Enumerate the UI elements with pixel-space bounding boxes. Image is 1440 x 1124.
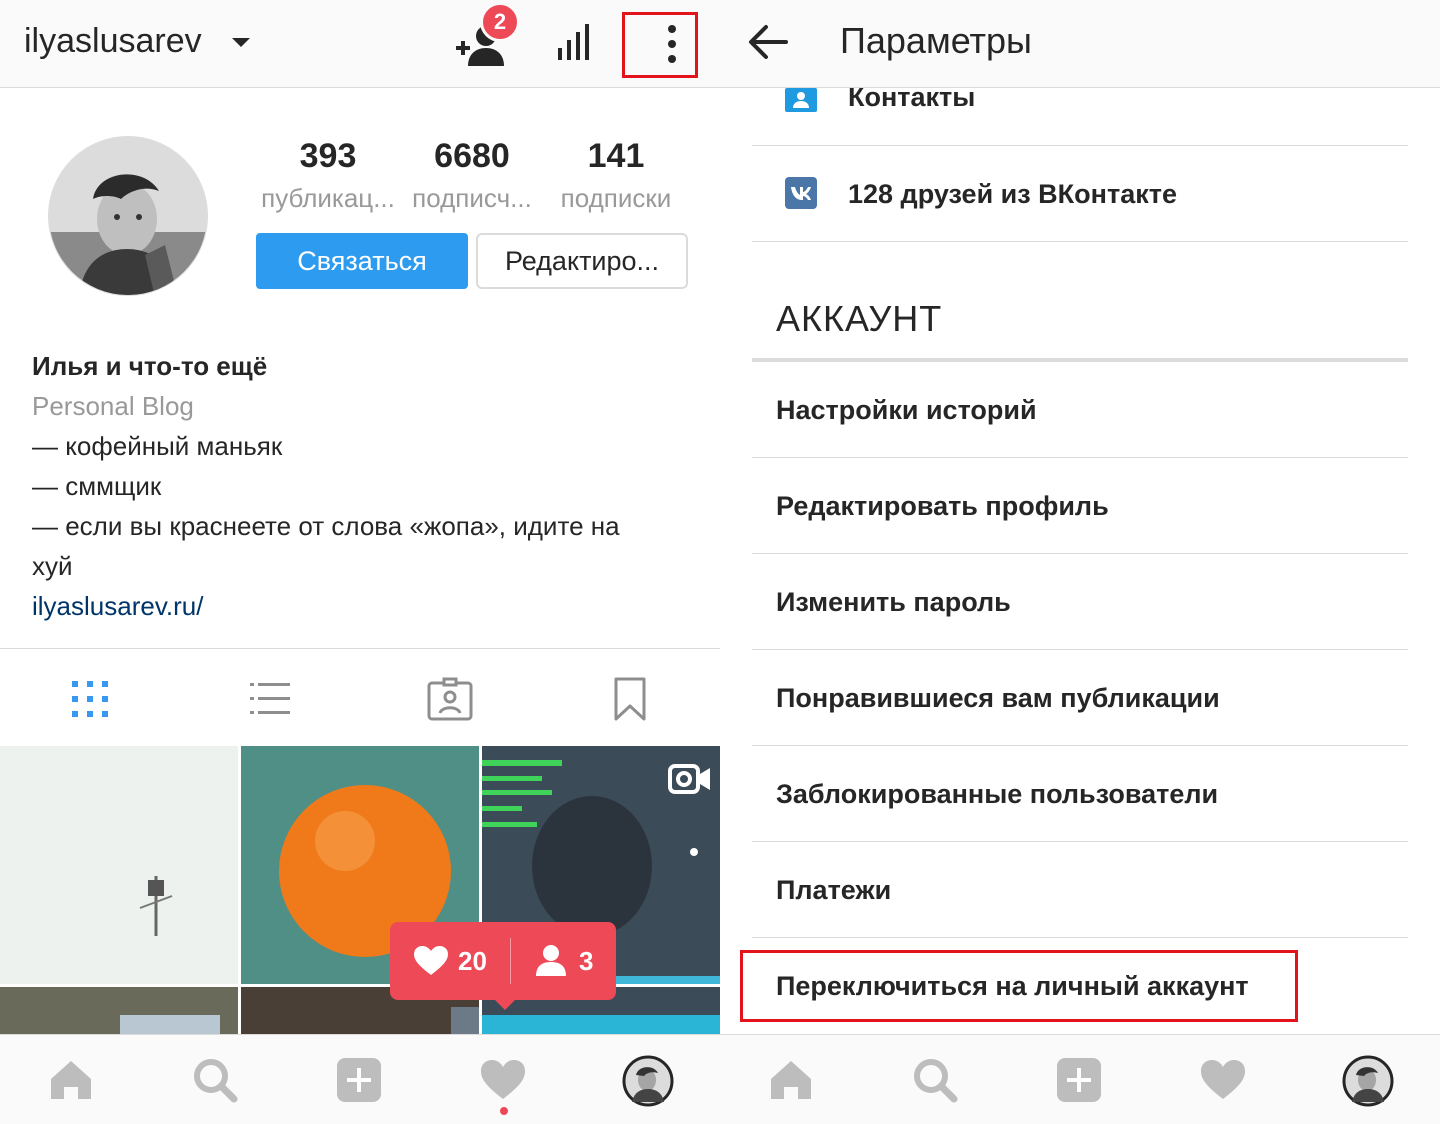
stat-value: 6680: [434, 137, 510, 175]
settings-top-bar: Параметры: [720, 0, 1440, 88]
settings-row-edit-profile[interactable]: Редактировать профиль: [752, 458, 1408, 554]
stat-label: подписч...: [412, 183, 532, 213]
add-post-icon[interactable]: [336, 1057, 382, 1103]
settings-row-label: Понравившиеся вам публикации: [776, 683, 1220, 713]
saved-icon[interactable]: [606, 677, 654, 721]
settings-row-vk-friends[interactable]: 128 друзей из ВКонтакте: [752, 146, 1408, 242]
profile-avatar[interactable]: [48, 136, 208, 296]
follow-requests-badge: 2: [480, 2, 520, 42]
bio-line: — если вы краснеете от слова «жопа», иди…: [32, 511, 620, 541]
search-icon[interactable]: [912, 1057, 958, 1103]
back-arrow-icon[interactable]: [748, 24, 788, 60]
likes-count: 20: [458, 946, 487, 976]
settings-row-change-password[interactable]: Изменить пароль: [752, 554, 1408, 650]
followers-count[interactable]: 6680 подписч...: [402, 134, 542, 218]
home-icon[interactable]: [768, 1057, 814, 1103]
tagged-icon[interactable]: [426, 677, 474, 721]
new-followers-count: 3: [579, 946, 594, 976]
profile-top-bar: ilyaslusarev 2: [0, 0, 720, 88]
profile-tabs: [0, 648, 720, 746]
heart-icon: [414, 946, 448, 975]
settings-row-liked-posts[interactable]: Понравившиеся вам публикации: [752, 650, 1408, 746]
section-title: АККАУНТ: [776, 298, 943, 339]
settings-row-blocked-users[interactable]: Заблокированные пользователи: [752, 746, 1408, 842]
settings-screen: Контакты 128 друзей из ВКонтакте АККАУНТ…: [720, 0, 1440, 1124]
page-title: Параметры: [840, 20, 1032, 61]
profile-bio: Илья и что-то ещё Personal Blog — кофейн…: [32, 346, 692, 626]
bio-line: — кофейный маньяк: [32, 431, 283, 461]
account-section-header: АККАУНТ: [752, 242, 1408, 362]
activity-dot: [500, 1107, 508, 1115]
activity-popup[interactable]: 20 3: [390, 922, 616, 1010]
popup-divider: [510, 938, 511, 984]
profile-full-name: Илья и что-то ещё: [32, 351, 268, 381]
settings-row-story-settings[interactable]: Настройки историй: [752, 362, 1408, 458]
profile-website-link[interactable]: ilyaslusarev.ru/: [32, 586, 692, 626]
contacts-icon: [785, 88, 817, 112]
settings-row-label: Настройки историй: [776, 395, 1037, 425]
stat-value: 393: [299, 137, 357, 175]
bottom-navigation: [720, 1034, 1440, 1124]
settings-row-label: Изменить пароль: [776, 587, 1011, 617]
profile-screen: ilyaslusarev 2 393 публикац... 6680 подп…: [0, 0, 720, 1124]
stat-label: подписки: [560, 183, 672, 213]
insights-icon[interactable]: [556, 22, 596, 62]
contact-button[interactable]: Связаться: [256, 233, 468, 289]
bio-line: — сммщик: [32, 471, 162, 501]
username-switcher[interactable]: ilyaslusarev: [24, 22, 202, 61]
switch-account-highlight: [740, 950, 1298, 1022]
settings-row-label: Редактировать профиль: [776, 491, 1109, 521]
chevron-down-icon[interactable]: [232, 38, 250, 47]
post-thumbnail[interactable]: [0, 746, 238, 984]
user-icon: [536, 945, 566, 976]
bio-line: хуй: [32, 551, 73, 581]
settings-row-label: Заблокированные пользователи: [776, 779, 1219, 809]
bottom-navigation: [0, 1034, 720, 1124]
heart-icon[interactable]: [1200, 1057, 1246, 1103]
posts-count[interactable]: 393 публикац...: [258, 134, 398, 218]
following-count[interactable]: 141 подписки: [546, 134, 686, 218]
settings-row-payments[interactable]: Платежи: [752, 842, 1408, 938]
popup-pointer: [493, 998, 517, 1010]
profile-avatar[interactable]: [622, 1055, 674, 1107]
profile-category: Personal Blog: [32, 391, 194, 421]
settings-row-label: Платежи: [776, 875, 892, 905]
home-icon[interactable]: [48, 1057, 94, 1103]
more-vertical-icon[interactable]: [660, 24, 684, 64]
video-icon: [668, 764, 710, 794]
vk-icon: [785, 177, 817, 209]
edit-profile-button[interactable]: Редактиро...: [476, 233, 688, 289]
add-post-icon[interactable]: [1056, 1057, 1102, 1103]
stat-label: публикац...: [261, 183, 395, 213]
grid-icon[interactable]: [66, 677, 114, 721]
heart-icon[interactable]: [480, 1057, 526, 1103]
stat-value: 141: [587, 137, 645, 175]
settings-row-label: 128 друзей из ВКонтакте: [848, 179, 1177, 209]
search-icon[interactable]: [192, 1057, 238, 1103]
profile-avatar[interactable]: [1342, 1055, 1394, 1107]
list-icon[interactable]: [246, 677, 294, 721]
post-thumbnail[interactable]: [0, 987, 238, 1036]
